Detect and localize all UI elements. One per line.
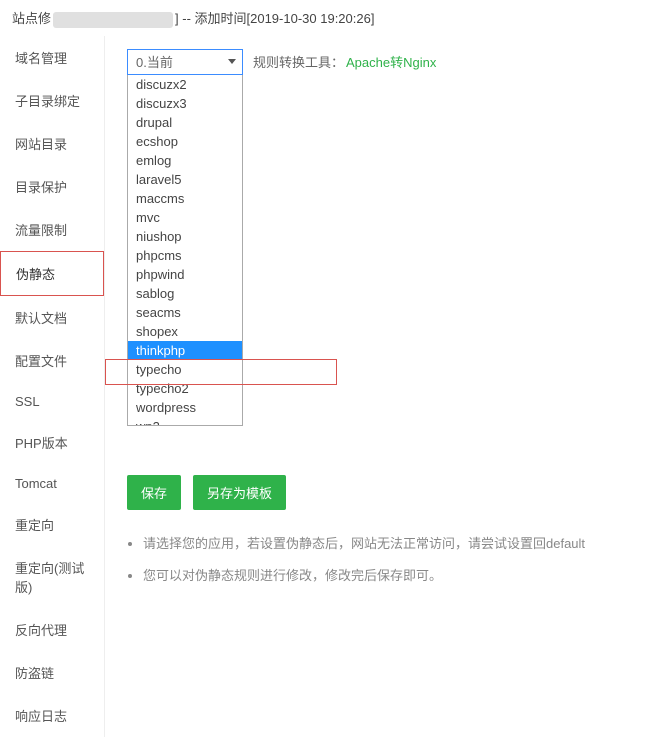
sidebar-item[interactable]: 防盗链 <box>0 651 104 694</box>
select-value: 0.当前 <box>136 52 173 71</box>
sidebar: 域名管理子目录绑定网站目录目录保护流量限制伪静态默认文档配置文件SSLPHP版本… <box>0 36 105 737</box>
save-button[interactable]: 保存 <box>127 475 181 510</box>
chevron-down-icon <box>228 59 236 64</box>
dropdown-item[interactable]: laravel5 <box>128 170 242 189</box>
dropdown-item[interactable]: wp2 <box>128 417 242 425</box>
sidebar-item[interactable]: 默认文档 <box>0 296 104 339</box>
hint-item: 请选择您的应用，若设置伪静态后，网站无法正常访问，请尝试设置回default <box>143 534 645 555</box>
dropdown-item[interactable]: wordpress <box>128 398 242 417</box>
hint-item: 您可以对伪静态规则进行修改，修改完后保存即可。 <box>143 566 645 587</box>
dropdown-item[interactable]: phpcms <box>128 246 242 265</box>
dropdown-item[interactable]: thinkphp <box>128 341 242 360</box>
dropdown-item[interactable]: maccms <box>128 189 242 208</box>
sidebar-item[interactable]: 反向代理 <box>0 608 104 651</box>
title-prefix: 站点修 <box>12 11 51 26</box>
sidebar-item[interactable]: PHP版本 <box>0 421 104 464</box>
dropdown-item[interactable]: typecho2 <box>128 379 242 398</box>
rule-select[interactable]: 0.当前 <box>127 49 243 75</box>
sidebar-item[interactable]: 域名管理 <box>0 36 104 79</box>
hints-list: 请选择您的应用，若设置伪静态后，网站无法正常访问，请尝试设置回default 您可… <box>127 534 645 588</box>
tool-label: 规则转换工具： <box>253 52 344 71</box>
dropdown-item[interactable]: ecshop <box>128 132 242 151</box>
dropdown-item[interactable]: shopex <box>128 322 242 341</box>
dropdown-item[interactable]: discuzx2 <box>128 75 242 94</box>
save-as-template-button[interactable]: 另存为模板 <box>193 475 286 510</box>
dropdown-item[interactable]: seacms <box>128 303 242 322</box>
sidebar-item[interactable]: 重定向(测试版) <box>0 546 104 608</box>
tool-link[interactable]: Apache转Nginx <box>346 52 436 71</box>
sidebar-item[interactable]: 目录保护 <box>0 165 104 208</box>
title-suffix: ] -- 添加时间[2019-10-30 19:20:26] <box>175 11 374 26</box>
dropdown-item[interactable]: emlog <box>128 151 242 170</box>
window-title: 站点修 ] -- 添加时间[2019-10-30 19:20:26] <box>0 0 645 36</box>
rule-dropdown[interactable]: discuzx2discuzx3drupalecshopemloglaravel… <box>127 75 243 426</box>
dropdown-item[interactable]: discuzx3 <box>128 94 242 113</box>
sidebar-item[interactable]: Tomcat <box>0 464 104 503</box>
redacted-block <box>53 12 173 28</box>
sidebar-item[interactable]: 流量限制 <box>0 208 104 251</box>
dropdown-item[interactable]: typecho <box>128 360 242 379</box>
sidebar-item[interactable]: 子目录绑定 <box>0 79 104 122</box>
sidebar-item[interactable]: 响应日志 <box>0 694 104 737</box>
dropdown-item[interactable]: sablog <box>128 284 242 303</box>
dropdown-item[interactable]: drupal <box>128 113 242 132</box>
dropdown-item[interactable]: phpwind <box>128 265 242 284</box>
sidebar-item[interactable]: 网站目录 <box>0 122 104 165</box>
sidebar-item[interactable]: 重定向 <box>0 503 104 546</box>
dropdown-item[interactable]: niushop <box>128 227 242 246</box>
sidebar-item[interactable]: SSL <box>0 382 104 421</box>
sidebar-item[interactable]: 伪静态 <box>0 251 104 296</box>
sidebar-item[interactable]: 配置文件 <box>0 339 104 382</box>
content-panel: 0.当前 规则转换工具： Apache转Nginx discuzx2discuz… <box>105 36 645 737</box>
dropdown-item[interactable]: mvc <box>128 208 242 227</box>
